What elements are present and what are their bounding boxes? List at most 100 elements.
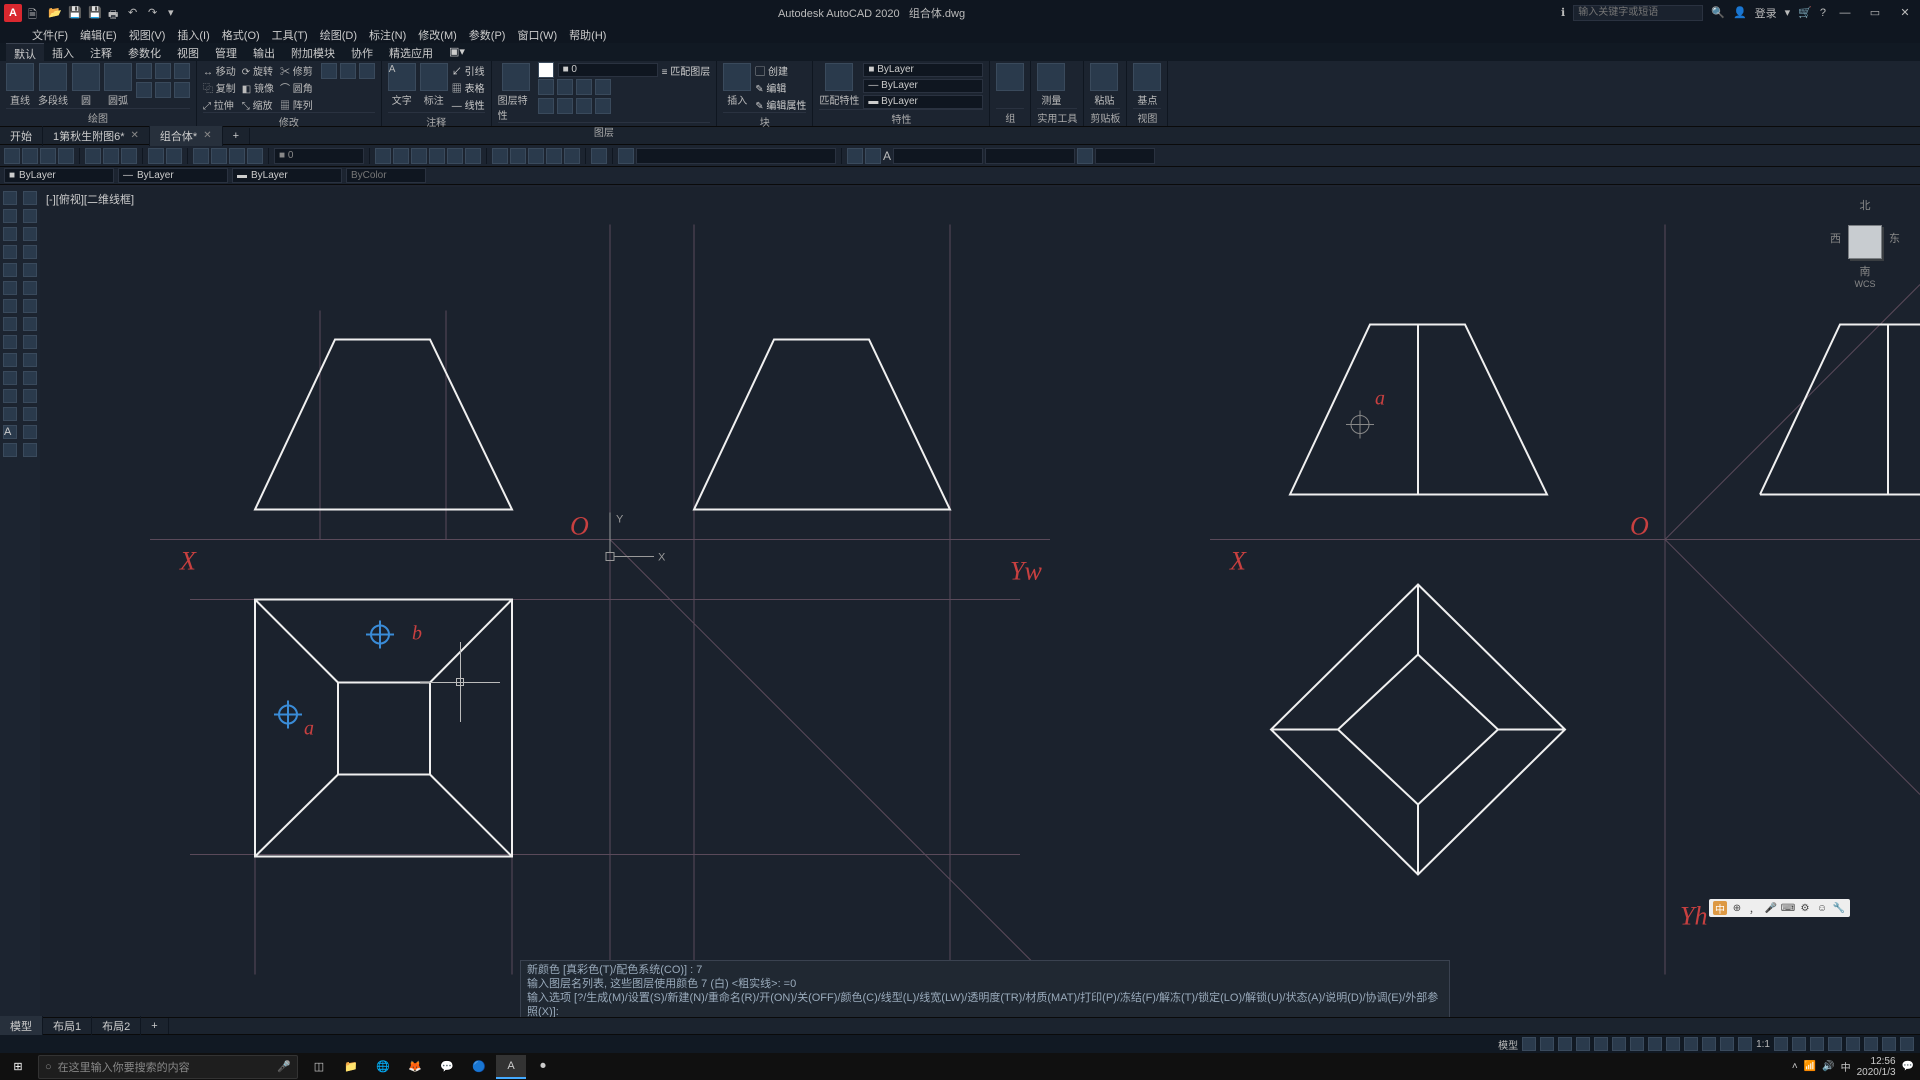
tb-a-icon[interactable] <box>375 148 391 164</box>
status-scale[interactable]: 1:1 <box>1756 1039 1770 1050</box>
status-ducs-icon[interactable] <box>1684 1037 1698 1051</box>
tray-vol-icon[interactable]: 🔊 <box>1822 1061 1834 1072</box>
mt-break-icon[interactable] <box>23 389 37 403</box>
qat-save-icon[interactable]: 💾 <box>68 6 82 20</box>
linetype-combo[interactable]: — ByLayer <box>118 168 228 183</box>
lt-rect-icon[interactable] <box>3 263 17 277</box>
qat-open-icon[interactable]: 📂 <box>48 6 62 20</box>
mt-mirror-icon[interactable] <box>23 227 37 241</box>
offset-icon[interactable] <box>359 63 375 79</box>
mt-scale-icon[interactable] <box>23 317 37 331</box>
laycur-icon[interactable] <box>595 79 611 95</box>
close-button[interactable]: ✕ <box>1894 6 1916 19</box>
tray-ime-icon[interactable]: 中 <box>1841 1059 1851 1074</box>
layer-select[interactable]: ■ 0 <box>558 63 658 77</box>
viewcube[interactable]: 北 西 东 南 WCS <box>1830 197 1900 287</box>
qat-undo-icon[interactable]: ↶ <box>128 6 142 20</box>
menu-dim[interactable]: 标注(N) <box>363 25 412 43</box>
tb-cut-icon[interactable] <box>85 148 101 164</box>
text-icon[interactable]: A <box>388 63 416 91</box>
menu-draw[interactable]: 绘图(D) <box>314 25 363 43</box>
tb-j-icon[interactable] <box>546 148 562 164</box>
taskview-icon[interactable]: ◫ <box>304 1055 334 1079</box>
qat-redo-icon[interactable]: ↷ <box>148 6 162 20</box>
menu-window[interactable]: 窗口(W) <box>511 25 563 43</box>
tab-layout1[interactable]: 布局1 <box>43 1016 92 1036</box>
tab-parametric[interactable]: 参数化 <box>120 43 169 61</box>
viewcube-west[interactable]: 西 <box>1830 230 1841 246</box>
status-anno-icon[interactable] <box>1738 1037 1752 1051</box>
point-icon[interactable] <box>174 82 190 98</box>
matchprop-icon[interactable] <box>825 63 853 91</box>
tb-save-icon[interactable] <box>40 148 56 164</box>
tab-addins[interactable]: 附加模块 <box>283 43 343 61</box>
tray-up-icon[interactable]: ˄ <box>1792 1061 1798 1072</box>
base-icon[interactable] <box>1133 63 1161 91</box>
erase-icon[interactable] <box>321 63 337 79</box>
tab-view[interactable]: 视图 <box>169 43 207 61</box>
circle-icon[interactable] <box>72 63 100 91</box>
menu-insert[interactable]: 插入(I) <box>171 25 215 43</box>
mt-array-icon[interactable] <box>23 263 37 277</box>
tab-new[interactable]: + <box>223 128 250 144</box>
tb-l-icon[interactable] <box>847 148 863 164</box>
status-model[interactable]: 模型 <box>1498 1037 1518 1052</box>
help-search-input[interactable] <box>1573 5 1703 21</box>
tab-default[interactable]: 默认 <box>6 43 44 61</box>
textstyle-combo[interactable] <box>893 148 983 164</box>
tb-copy-icon[interactable] <box>103 148 119 164</box>
qat-new-icon[interactable]: 🗎 <box>28 6 42 20</box>
menu-param[interactable]: 参数(P) <box>463 25 512 43</box>
tab-express[interactable]: 精选应用 <box>381 43 441 61</box>
mt-move-icon[interactable] <box>23 281 37 295</box>
help-icon[interactable]: ? <box>1820 7 1826 19</box>
arc-icon[interactable] <box>104 63 132 91</box>
rotate-button[interactable]: ⟳ 旋转 <box>242 63 274 78</box>
menu-modify[interactable]: 修改(M) <box>412 25 463 43</box>
lt-hatch-icon[interactable] <box>3 353 17 367</box>
status-grid-icon[interactable] <box>1522 1037 1536 1051</box>
insert-icon[interactable] <box>723 63 751 91</box>
stretch-button[interactable]: ⤢ 拉伸 <box>203 97 236 112</box>
lt-polygon-icon[interactable] <box>3 245 17 259</box>
mt-fillet-icon[interactable] <box>23 407 37 421</box>
tb-e-icon[interactable] <box>447 148 463 164</box>
edit-block-button[interactable]: ✎ 编辑 <box>755 80 806 95</box>
tb-f-icon[interactable] <box>465 148 481 164</box>
laymatch-icon[interactable] <box>538 98 554 114</box>
scale-button[interactable]: ⤡ 缩放 <box>242 97 274 112</box>
tb-n-icon[interactable] <box>1077 148 1093 164</box>
chrome-icon[interactable]: 🌐 <box>368 1055 398 1079</box>
tb-c-icon[interactable] <box>411 148 427 164</box>
lt-ellipse-icon[interactable] <box>3 335 17 349</box>
ime-kb-icon[interactable]: ⌨ <box>1781 901 1795 915</box>
status-ortho-icon[interactable] <box>1594 1037 1608 1051</box>
status-isolate-icon[interactable] <box>1846 1037 1860 1051</box>
qat-saveas-icon[interactable]: 💾 <box>88 6 102 20</box>
create-block-button[interactable]: ▢ 创建 <box>755 63 806 78</box>
misc-combo[interactable] <box>1095 148 1155 164</box>
matchlayer-button[interactable]: ≡ 匹配图层 <box>662 63 711 78</box>
table-button[interactable]: ▦ 表格 <box>452 80 485 95</box>
lineweight-combo[interactable]: ▬ ByLayer <box>232 168 342 183</box>
plotstyle-combo[interactable]: ByColor <box>346 168 426 183</box>
status-sel-icon[interactable] <box>1702 1037 1716 1051</box>
mt-offset-icon[interactable] <box>23 245 37 259</box>
min-button[interactable]: — <box>1834 7 1856 19</box>
ime-emoji-icon[interactable]: ☺ <box>1815 901 1829 915</box>
tab-start[interactable]: 开始 <box>0 126 43 146</box>
lt-table-icon[interactable] <box>3 407 17 421</box>
status-monitor-icon[interactable] <box>1792 1037 1806 1051</box>
tb-g-icon[interactable] <box>492 148 508 164</box>
lt-text-icon[interactable]: A <box>3 425 17 439</box>
xline-icon[interactable] <box>155 82 171 98</box>
viewcube-wcs[interactable]: WCS <box>1830 279 1900 289</box>
mt-copy-icon[interactable] <box>23 209 37 223</box>
dimstyle-combo[interactable] <box>985 148 1075 164</box>
status-gizmo-icon[interactable] <box>1720 1037 1734 1051</box>
tab-doc1[interactable]: 1第秋生附图6*✕ <box>43 126 150 146</box>
layfreeze-icon[interactable] <box>557 79 573 95</box>
tb-d-icon[interactable] <box>429 148 445 164</box>
ime-mode-icon[interactable]: ⊕ <box>1730 901 1744 915</box>
trim-button[interactable]: ✂ 修剪 <box>280 63 313 78</box>
